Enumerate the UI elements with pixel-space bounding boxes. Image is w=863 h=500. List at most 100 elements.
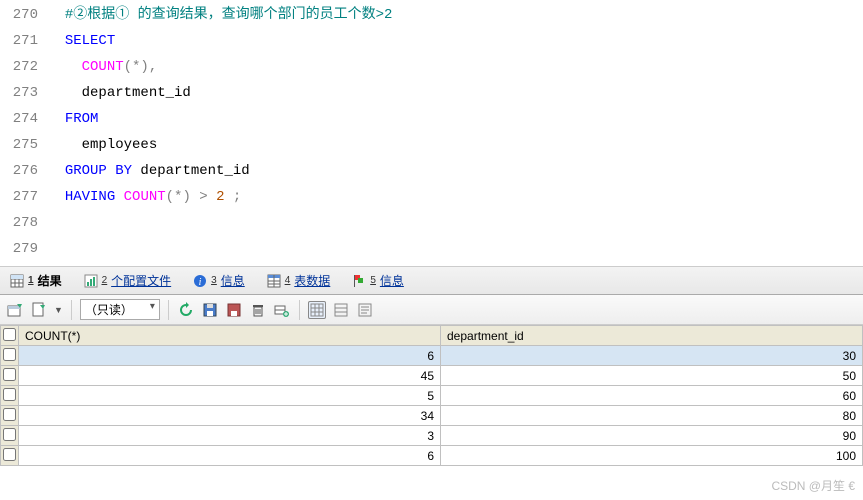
tab-label: 结果	[38, 272, 62, 289]
separator	[299, 300, 300, 320]
grid-header: COUNT(*)department_id	[1, 326, 863, 346]
mode-select[interactable]: （只读） ▾	[80, 299, 160, 320]
line-number: 276	[0, 158, 38, 184]
result-tabs: 1 结果 2 个配置文件 i 3 信息 4 表数据 5 信息	[0, 267, 863, 295]
grid-cell[interactable]: 60	[441, 386, 863, 406]
code-line[interactable]: GROUP BY department_id	[48, 158, 863, 184]
tab-results[interactable]: 1 结果	[4, 272, 68, 289]
grid-cell[interactable]: 30	[441, 346, 863, 366]
svg-text:i: i	[199, 277, 202, 288]
tab-num: 1	[28, 275, 34, 286]
refresh-icon[interactable]	[177, 301, 195, 319]
grid-cell[interactable]: 34	[19, 406, 441, 426]
export-doc-icon[interactable]	[30, 301, 48, 319]
line-number: 278	[0, 210, 38, 236]
line-number: 277	[0, 184, 38, 210]
table-row[interactable]: 6100	[1, 446, 863, 466]
table-row[interactable]: 3480	[1, 406, 863, 426]
tab-messages[interactable]: 5 信息	[346, 272, 410, 289]
grid-toolbar: ▼ （只读） ▾	[0, 295, 863, 325]
row-checkbox[interactable]	[3, 428, 16, 441]
table-row[interactable]: 560	[1, 386, 863, 406]
code-line[interactable]	[48, 236, 863, 262]
corner-cell[interactable]	[1, 326, 19, 346]
grid-cell[interactable]: 45	[19, 366, 441, 386]
mode-label: （只读）	[85, 303, 133, 317]
tab-tabledata[interactable]: 4 表数据	[261, 272, 337, 289]
view-text-icon[interactable]	[356, 301, 374, 319]
line-number: 270	[0, 2, 38, 28]
flag-icon	[352, 274, 366, 288]
select-all-checkbox[interactable]	[3, 328, 16, 341]
row-checkbox[interactable]	[3, 388, 16, 401]
grid-cell[interactable]: 6	[19, 346, 441, 366]
code-line[interactable]: SELECT	[48, 28, 863, 54]
code-line[interactable]: employees	[48, 132, 863, 158]
tab-label: 信息	[221, 272, 245, 289]
table-row[interactable]: 4550	[1, 366, 863, 386]
line-number: 279	[0, 236, 38, 262]
code-line[interactable]: department_id	[48, 80, 863, 106]
info-icon: i	[193, 274, 207, 288]
line-number: 275	[0, 132, 38, 158]
tab-label: 信息	[380, 272, 404, 289]
tab-label: 个配置文件	[111, 272, 171, 289]
tab-num: 4	[285, 275, 291, 286]
row-header[interactable]	[1, 366, 19, 386]
separator	[71, 300, 72, 320]
view-form-icon[interactable]	[332, 301, 350, 319]
code-line[interactable]: COUNT(*),	[48, 54, 863, 80]
tab-info[interactable]: i 3 信息	[187, 272, 251, 289]
row-checkbox[interactable]	[3, 448, 16, 461]
grid-icon	[10, 274, 24, 288]
view-grid-icon[interactable]	[308, 301, 326, 319]
row-header[interactable]	[1, 346, 19, 366]
result-grid[interactable]: COUNT(*)department_id6304550560348039061…	[0, 325, 863, 466]
tab-num: 3	[211, 275, 217, 286]
watermark: CSDN @月笙 €	[771, 477, 855, 494]
delete-icon[interactable]	[249, 301, 267, 319]
table-row[interactable]: 390	[1, 426, 863, 446]
row-header[interactable]	[1, 426, 19, 446]
row-checkbox[interactable]	[3, 368, 16, 381]
cancel-icon[interactable]	[225, 301, 243, 319]
column-header[interactable]: COUNT(*)	[19, 326, 441, 346]
tab-num: 5	[370, 275, 376, 286]
tab-profile[interactable]: 2 个配置文件	[78, 272, 178, 289]
row-checkbox[interactable]	[3, 348, 16, 361]
profile-icon	[84, 274, 98, 288]
table-row[interactable]: 630	[1, 346, 863, 366]
grid-cell[interactable]: 50	[441, 366, 863, 386]
row-header[interactable]	[1, 446, 19, 466]
chevron-down-icon: ▾	[150, 301, 155, 312]
code-area[interactable]: #②根据① 的查询结果，查询哪个部门的员工个数>2 SELECT COUNT(*…	[48, 2, 863, 262]
dropdown-arrow-icon[interactable]: ▼	[54, 305, 63, 315]
new-row-icon[interactable]	[273, 301, 291, 319]
column-header[interactable]: department_id	[441, 326, 863, 346]
grid-cell[interactable]: 90	[441, 426, 863, 446]
code-line[interactable]: HAVING COUNT(*) > 2 ;	[48, 184, 863, 210]
code-line[interactable]: #②根据① 的查询结果，查询哪个部门的员工个数>2	[48, 2, 863, 28]
separator	[168, 300, 169, 320]
row-header[interactable]	[1, 386, 19, 406]
line-number: 273	[0, 80, 38, 106]
line-number: 274	[0, 106, 38, 132]
line-number: 271	[0, 28, 38, 54]
row-header[interactable]	[1, 406, 19, 426]
table-icon	[267, 274, 281, 288]
export-grid-icon[interactable]	[6, 301, 24, 319]
grid-cell[interactable]: 5	[19, 386, 441, 406]
grid-cell[interactable]: 100	[441, 446, 863, 466]
tab-label: 表数据	[294, 272, 330, 289]
save-icon[interactable]	[201, 301, 219, 319]
sql-editor[interactable]: 270271272273274275276277278279 #②根据① 的查询…	[0, 0, 863, 267]
line-number: 272	[0, 54, 38, 80]
code-line[interactable]: FROM	[48, 106, 863, 132]
line-gutter: 270271272273274275276277278279	[0, 2, 48, 262]
grid-cell[interactable]: 6	[19, 446, 441, 466]
code-line[interactable]	[48, 210, 863, 236]
row-checkbox[interactable]	[3, 408, 16, 421]
grid-cell[interactable]: 3	[19, 426, 441, 446]
tab-num: 2	[102, 275, 108, 286]
grid-cell[interactable]: 80	[441, 406, 863, 426]
